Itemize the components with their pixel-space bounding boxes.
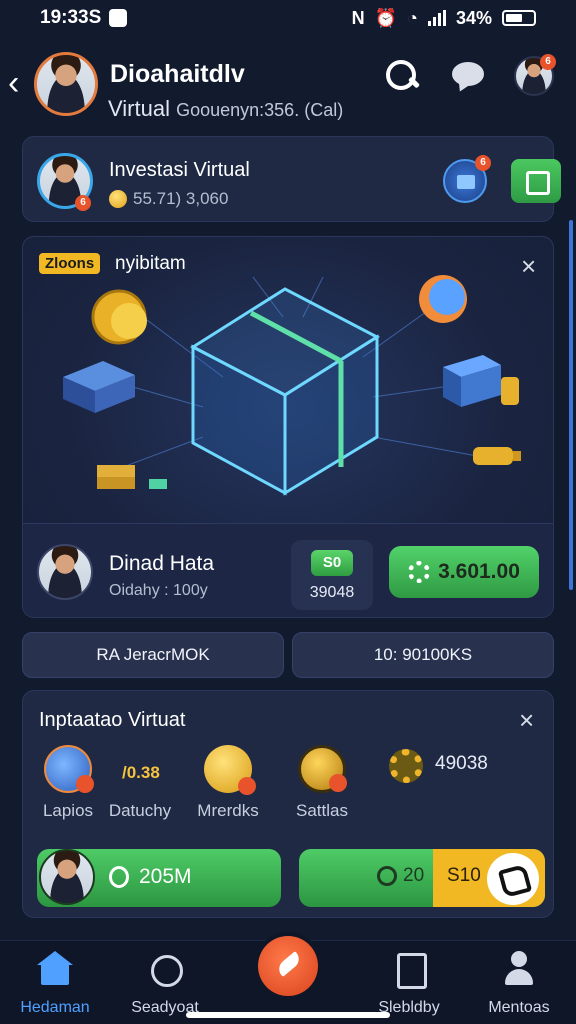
promo-card: Zloons nyibitam × Dinad Hata Oidahy : 10…	[22, 236, 554, 618]
progress-pill-button[interactable]: 20 S10	[299, 849, 545, 907]
mini-stat-value: 39048	[309, 584, 355, 601]
server-right	[443, 355, 519, 407]
person-subtitle: Oidahy : 100y	[109, 582, 208, 599]
server-left	[63, 361, 135, 413]
rocket-fab-button[interactable]	[258, 936, 318, 996]
share-button[interactable]	[487, 853, 539, 905]
signal-icon	[427, 10, 446, 26]
app-notification-icon	[109, 9, 128, 27]
progress-gold-value: S10	[447, 865, 481, 886]
page-subtitle: Virtual Goouenyn:356. (Cal)	[108, 96, 343, 122]
gear-value: 49038	[435, 753, 488, 774]
alarm-icon: ⏰	[374, 7, 398, 28]
battery-item	[473, 447, 521, 465]
wifi-icon: ◔	[407, 7, 418, 28]
close-promo-button[interactable]: ×	[521, 253, 536, 279]
daily-value: /0.38	[122, 763, 160, 782]
daily-icon: /0.38	[116, 745, 164, 793]
coin-icon	[204, 745, 256, 795]
nav-home[interactable]: Hedaman	[0, 951, 110, 1017]
pill-avatar	[39, 849, 95, 905]
chat-icon[interactable]	[452, 58, 488, 94]
earnings-value: 205M	[139, 865, 192, 888]
account-balance: 55.71) 3,060	[109, 189, 228, 209]
status-bar: 19:33S N ⏰ ◔ 34%	[0, 0, 576, 36]
feature-label: Mrerdks	[197, 801, 259, 820]
profile-avatar[interactable]	[34, 52, 98, 116]
document-icon	[391, 951, 427, 989]
quick-action-button[interactable]	[511, 159, 561, 203]
balance-value: 55.71) 3,060	[133, 189, 229, 208]
cube	[189, 287, 381, 496]
status-time: 19:33S	[40, 7, 102, 28]
cta-label: 3.601.00	[438, 560, 520, 583]
close-invest-button[interactable]: ×	[519, 707, 534, 733]
battery-percent: 34%	[455, 7, 492, 28]
feature-savings[interactable]: Sattlas	[277, 745, 367, 821]
promo-title: nyibitam	[115, 253, 186, 274]
gold-gear-icon	[389, 749, 423, 783]
nav-stats[interactable]: Slebldby	[354, 951, 464, 1017]
search-icon[interactable]	[384, 58, 420, 94]
person-panel: Dinad Hata Oidahy : 100y S0 39048 3.601.…	[23, 523, 553, 617]
wallet-badge: 6	[475, 155, 491, 171]
savings-icon	[298, 745, 347, 793]
subtitle-extra: Goouenyn:356. (Cal)	[176, 100, 344, 120]
laptop-badge	[76, 775, 94, 793]
nav-profile[interactable]: Mentoas	[464, 951, 574, 1017]
account-card[interactable]: 6 Investasi Virtual 55.71) 3,060 6	[22, 136, 561, 222]
gear-icon	[408, 561, 431, 583]
home-icon	[37, 951, 73, 987]
subtitle-main: Virtual	[108, 96, 170, 121]
battery-icon	[502, 10, 536, 26]
invest-card: Inptaatao Virtuat × Lapios /0.38 Datuchy…	[22, 690, 554, 918]
page-title: Dioahaitdlv	[110, 60, 245, 88]
cube-illustration	[63, 275, 521, 496]
app-header: ‹ Dioahaitdlv Virtual Goouenyn:356. (Cal…	[0, 44, 576, 128]
promo-badge: Zloons	[39, 253, 101, 274]
coin-blue	[419, 275, 467, 323]
feature-label: Datuchy	[108, 801, 172, 820]
timer-icon	[109, 866, 129, 888]
savings-badge	[329, 774, 347, 792]
nav-search[interactable]: Seadyoat	[110, 951, 220, 1017]
account-name: Investasi Virtual	[109, 159, 250, 181]
person-avatar	[37, 544, 93, 600]
invest-title: Inptaatao Virtuat	[39, 709, 186, 731]
laptop-icon	[44, 745, 94, 793]
gold-stack	[97, 465, 167, 489]
account-badge: 6	[75, 195, 91, 211]
clock-icon	[377, 866, 397, 886]
progress-green-value: 20	[403, 865, 425, 886]
person-icon	[501, 951, 537, 987]
mini-stat-card[interactable]: S0 39048	[291, 540, 373, 610]
coin-icon	[109, 190, 127, 208]
coin-badge	[238, 777, 256, 795]
mute-icon: N	[351, 7, 365, 28]
progress-green-segment: 20	[377, 865, 424, 887]
earnings-pill-button[interactable]: 205M	[37, 849, 281, 907]
tab-right[interactable]: 10: 90100KS	[292, 632, 554, 678]
home-indicator[interactable]	[186, 1012, 390, 1018]
nav-home-label: Hedaman	[20, 999, 90, 1016]
feature-daily[interactable]: /0.38 Datuchy	[95, 745, 185, 821]
notification-badge: 6	[540, 54, 556, 70]
nav-profile-label: Mentoas	[488, 999, 550, 1016]
back-button[interactable]: ‹	[8, 66, 19, 100]
person-name: Dinad Hata	[109, 552, 215, 575]
scrollbar[interactable]	[569, 220, 573, 590]
invest-cta-button[interactable]: 3.601.00	[389, 546, 539, 598]
mini-stat-chip: S0	[311, 550, 353, 576]
earnings-value-row: 205M	[109, 865, 192, 889]
heart-icon	[147, 951, 183, 987]
tab-left[interactable]: RA JeracrMOK	[22, 632, 284, 678]
feature-coin[interactable]: Mrerdks	[183, 745, 273, 821]
feature-label: Sattlas	[296, 801, 348, 820]
coin-gold	[91, 289, 147, 345]
